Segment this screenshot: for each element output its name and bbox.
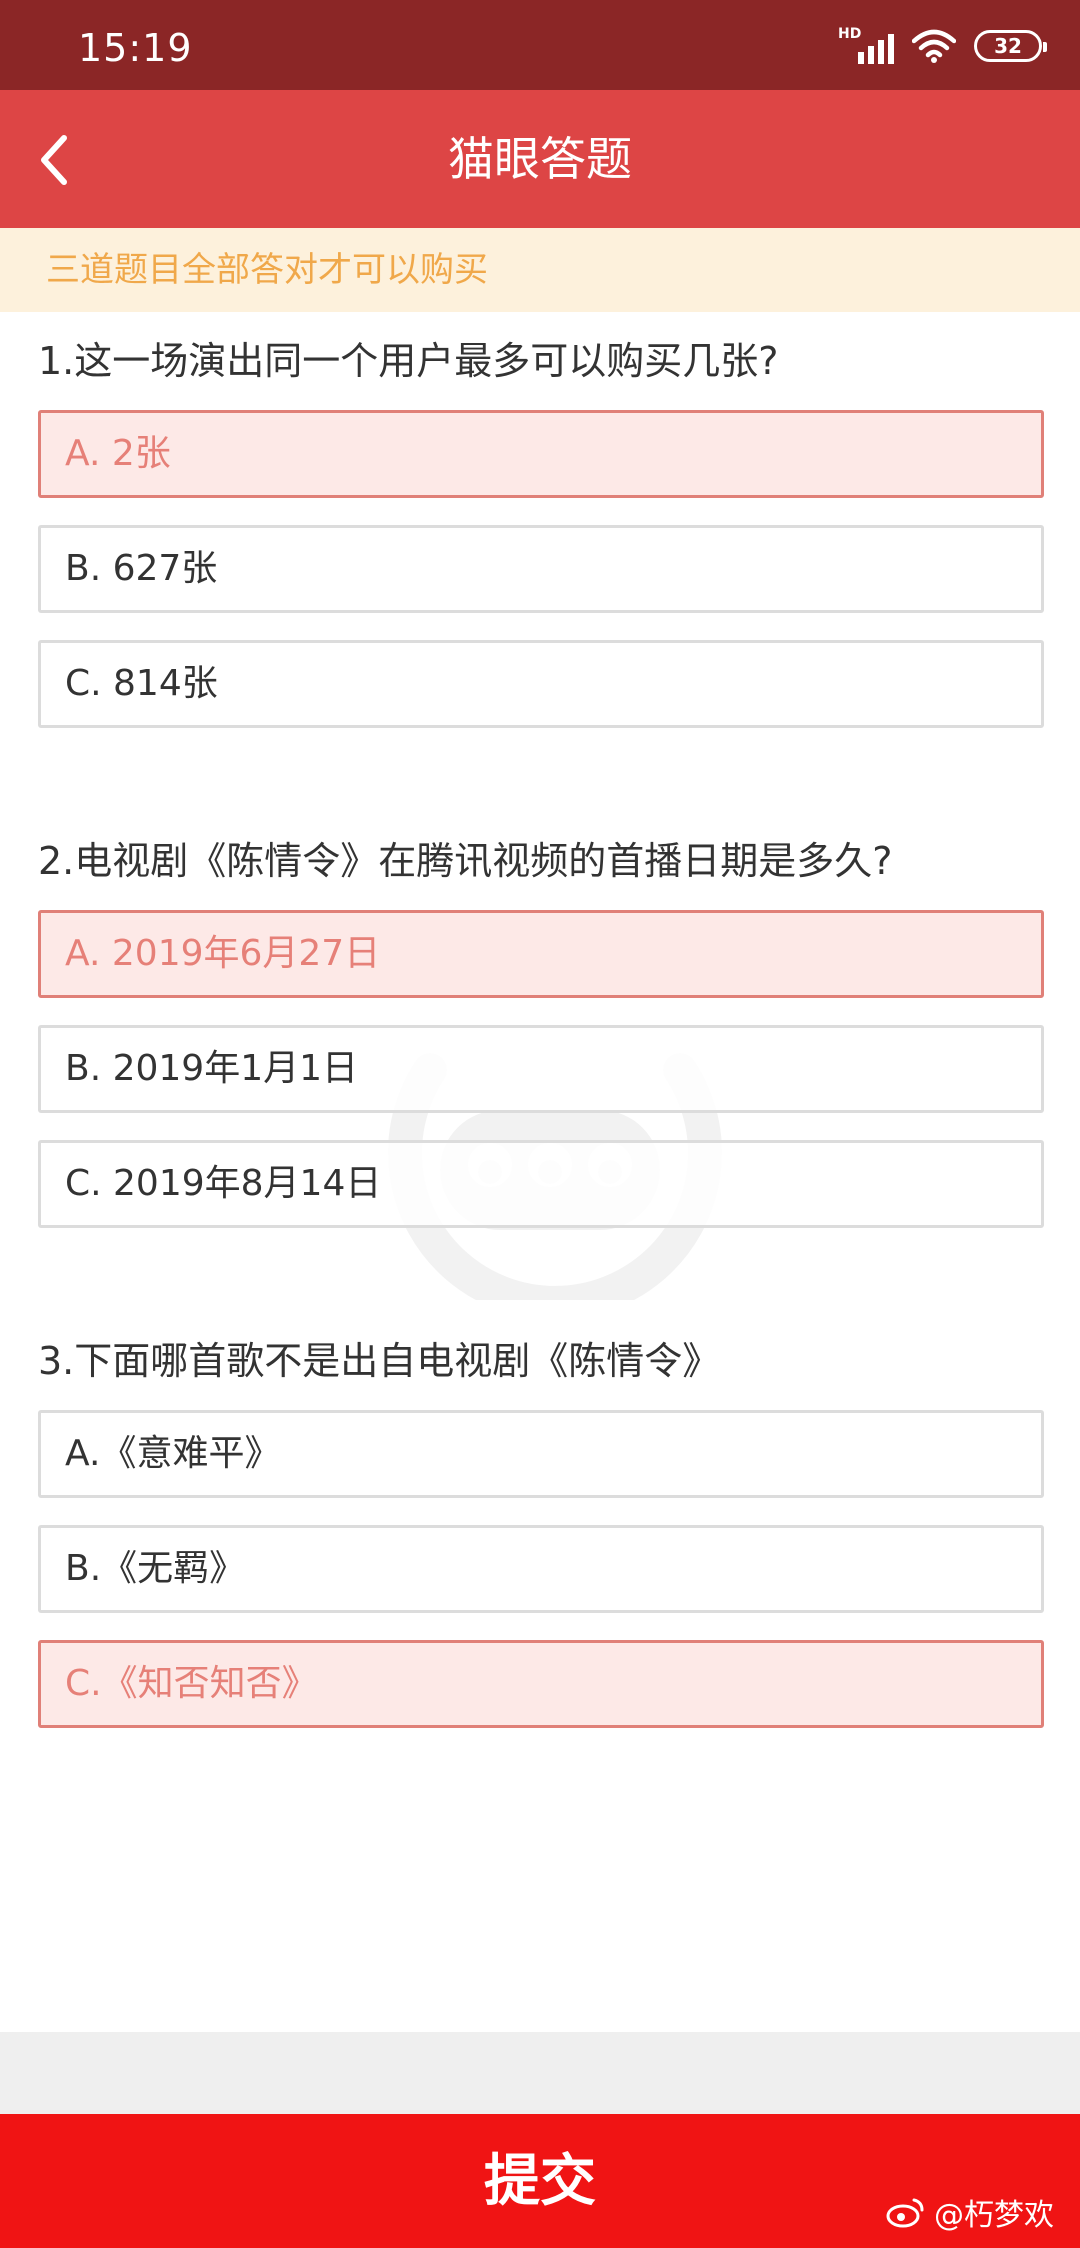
bottom-spacer [0,2032,1080,2114]
question-title: 1.这一场演出同一个用户最多可以购买几张? [38,339,779,383]
option-b[interactable]: B. 627张 [38,525,1044,613]
page-title: 猫眼答题 [448,132,632,186]
option-a[interactable]: A.《意难平》 [38,1410,1044,1498]
notice-banner: 三道题目全部答对才可以购买 [0,228,1080,312]
option-a[interactable]: A. 2张 [38,410,1044,498]
option-b[interactable]: B.《无羁》 [38,1525,1044,1613]
option-c[interactable]: C. 2019年8月14日 [38,1140,1044,1228]
question-title: 2.电视剧《陈情令》在腾讯视频的首播日期是多久? [38,839,893,883]
credit-text: @朽梦欢 [934,2198,1054,2233]
option-c[interactable]: C. 814张 [38,640,1044,728]
status-time: 15:19 [78,26,193,70]
battery-level: 32 [994,34,1022,58]
signal-icon: HD [838,26,894,66]
battery-icon: 32 [974,30,1047,62]
status-icons: HD 32 [838,24,1047,68]
question-title: 3.下面哪首歌不是出自电视剧《陈情令》 [38,1339,721,1383]
option-c[interactable]: C.《知否知否》 [38,1640,1044,1728]
wifi-icon [912,29,956,63]
status-bar: 15:19 HD 32 [0,0,1080,90]
cat-logo-watermark-icon [388,1053,722,1300]
option-b[interactable]: B. 2019年1月1日 [38,1025,1044,1113]
weibo-icon [886,2198,924,2228]
watermark-credit: @朽梦欢 [886,2190,1054,2234]
option-a[interactable]: A. 2019年6月27日 [38,910,1044,998]
nav-bar: 猫眼答题 [0,90,1080,228]
back-button[interactable] [14,120,94,200]
chevron-left-icon [41,135,67,185]
